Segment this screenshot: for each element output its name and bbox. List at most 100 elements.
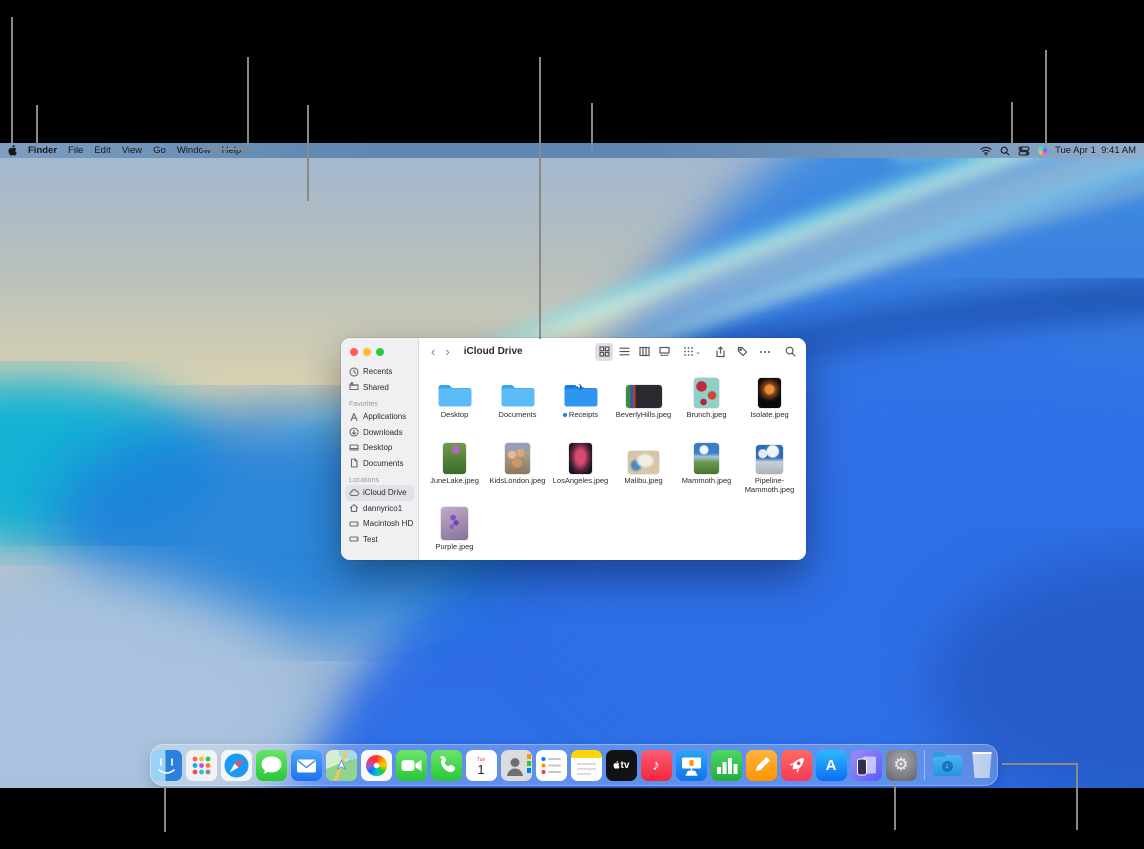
file-losangeles[interactable]: LosAngeles.jpeg bbox=[549, 435, 612, 501]
list-view-button[interactable] bbox=[615, 343, 633, 361]
menu-view[interactable]: View bbox=[122, 143, 142, 158]
dock-notes-icon[interactable] bbox=[571, 750, 602, 781]
sidebar-item-shared[interactable]: Shared bbox=[345, 380, 414, 396]
hard-drive-icon bbox=[349, 534, 359, 544]
download-arrow-icon: ↓ bbox=[942, 761, 953, 772]
file-malibu[interactable]: Malibu.jpeg bbox=[612, 435, 675, 501]
dock-calendar-icon[interactable]: Tue 1 bbox=[466, 750, 497, 781]
file-mammoth[interactable]: Mammoth.jpeg bbox=[675, 435, 738, 501]
sidebar-item-applications[interactable]: Applications bbox=[345, 409, 414, 425]
dock-launchpad-icon[interactable] bbox=[186, 750, 217, 781]
image-thumbnail bbox=[569, 443, 592, 474]
file-documents-folder[interactable]: Documents bbox=[486, 369, 549, 435]
dock-keynote-icon[interactable] bbox=[676, 750, 707, 781]
share-button[interactable] bbox=[715, 346, 726, 358]
dock-photos-icon[interactable] bbox=[361, 750, 392, 781]
sidebar-item-macintosh-hd[interactable]: Macintosh HD bbox=[345, 516, 414, 532]
callout-wifi-status bbox=[1011, 102, 1013, 144]
callout-apple-menu bbox=[11, 17, 13, 143]
minimize-button[interactable] bbox=[363, 348, 371, 356]
icloud-status-dot bbox=[563, 413, 567, 417]
image-thumbnail bbox=[758, 378, 781, 408]
dock-finder-icon[interactable] bbox=[151, 750, 182, 781]
gallery-view-button[interactable] bbox=[655, 343, 673, 361]
dock-numbers-icon[interactable] bbox=[711, 750, 742, 781]
dock-app-store-icon[interactable]: A bbox=[816, 750, 847, 781]
control-center-icon[interactable] bbox=[1018, 146, 1030, 156]
spotlight-search-icon[interactable] bbox=[1000, 146, 1010, 156]
group-by-button[interactable]: ⌄ bbox=[683, 346, 701, 357]
file-kidslondon[interactable]: KidsLondon.jpeg bbox=[486, 435, 549, 501]
dock-safari-icon[interactable] bbox=[221, 750, 252, 781]
file-purple[interactable]: Purple.jpeg bbox=[423, 501, 486, 560]
folder-icon bbox=[500, 372, 536, 408]
dock-music-icon[interactable]: ♪ bbox=[641, 750, 672, 781]
dock-phone-icon[interactable] bbox=[431, 750, 462, 781]
menu-window[interactable]: Window bbox=[177, 143, 211, 158]
app-menu-finder[interactable]: Finder bbox=[28, 143, 57, 158]
sidebar-item-documents[interactable]: Documents bbox=[345, 456, 414, 472]
file-grid: Desktop Documents ✈ Receipts bbox=[419, 365, 806, 560]
sidebar-item-recents[interactable]: Recents bbox=[345, 364, 414, 380]
dock-system-settings-icon[interactable]: ⚙ bbox=[886, 750, 917, 781]
screenshot-stage: Finder File Edit View Go Window Help bbox=[0, 0, 1144, 849]
desktop-icon bbox=[349, 443, 359, 453]
callout-app-menu bbox=[36, 105, 38, 144]
menu-help[interactable]: Help bbox=[222, 143, 242, 158]
finder-toolbar: ‹ › iCloud Drive bbox=[419, 338, 806, 365]
shared-folder-icon bbox=[349, 382, 359, 392]
sidebar-item-label: Test bbox=[363, 535, 378, 544]
file-desktop-folder[interactable]: Desktop bbox=[423, 369, 486, 435]
sidebar-item-icloud-drive[interactable]: iCloud Drive bbox=[345, 485, 414, 501]
window-title: iCloud Drive bbox=[464, 346, 523, 357]
menu-go[interactable]: Go bbox=[153, 143, 166, 158]
file-receipts-folder[interactable]: ✈ Receipts bbox=[549, 369, 612, 435]
dock-mail-icon[interactable] bbox=[291, 750, 322, 781]
dock-tv-icon[interactable]: tv bbox=[606, 750, 637, 781]
sidebar-item-label: Recents bbox=[363, 367, 392, 376]
dock-reminders-icon[interactable] bbox=[536, 750, 567, 781]
dock-iphone-mirroring-icon[interactable] bbox=[851, 750, 882, 781]
column-view-button[interactable] bbox=[635, 343, 653, 361]
file-brunch[interactable]: Brunch.jpeg bbox=[675, 369, 738, 435]
dock-messages-icon[interactable] bbox=[256, 750, 287, 781]
dock-trash-icon[interactable] bbox=[967, 750, 998, 781]
dock-contacts-icon[interactable] bbox=[501, 750, 532, 781]
menu-file[interactable]: File bbox=[68, 143, 83, 158]
dock-downloads-folder-icon[interactable]: ↓ bbox=[932, 750, 963, 781]
callout-desktop bbox=[307, 105, 309, 201]
document-icon bbox=[349, 458, 359, 468]
zoom-button[interactable] bbox=[376, 348, 384, 356]
sidebar-item-desktop[interactable]: Desktop bbox=[345, 440, 414, 456]
icon-view-button[interactable] bbox=[595, 343, 613, 361]
sidebar-item-dannyrico1[interactable]: dannyrico1 bbox=[345, 501, 414, 517]
menu-bar-clock[interactable]: Tue Apr 1 9:41 AM bbox=[1055, 145, 1136, 156]
close-button[interactable] bbox=[350, 348, 358, 356]
siri-icon[interactable] bbox=[1038, 146, 1047, 155]
sidebar-section-favorites: Favorites bbox=[349, 401, 410, 408]
dock: Tue 1 tv ♪ bbox=[150, 744, 998, 786]
file-junelake[interactable]: JuneLake.jpeg bbox=[423, 435, 486, 501]
dock-rocket-icon[interactable] bbox=[781, 750, 812, 781]
sidebar-item-label: Macintosh HD bbox=[363, 519, 413, 528]
sidebar-item-label: Documents bbox=[363, 459, 403, 468]
dock-maps-icon[interactable] bbox=[326, 750, 357, 781]
search-button[interactable] bbox=[785, 346, 796, 357]
more-button[interactable] bbox=[759, 350, 771, 354]
dock-divider bbox=[924, 750, 925, 780]
sidebar-item-test[interactable]: Test bbox=[345, 532, 414, 548]
tags-button[interactable] bbox=[737, 346, 748, 357]
file-isolate[interactable]: Isolate.jpeg bbox=[738, 369, 801, 435]
callout-menu-bar-horizontal bbox=[202, 148, 249, 150]
file-beverlyhills[interactable]: BeverlyHills.jpeg bbox=[612, 369, 675, 435]
clock-icon bbox=[349, 367, 359, 377]
file-pipeline-mammoth[interactable]: Pipeline-Mammoth.jpeg bbox=[738, 435, 801, 501]
wifi-icon[interactable] bbox=[980, 146, 992, 156]
dock-pages-icon[interactable] bbox=[746, 750, 777, 781]
apple-menu[interactable] bbox=[8, 145, 17, 156]
dock-facetime-icon[interactable] bbox=[396, 750, 427, 781]
sidebar-item-downloads[interactable]: Downloads bbox=[345, 425, 414, 441]
back-button[interactable]: ‹ bbox=[431, 344, 435, 359]
forward-button[interactable]: › bbox=[445, 344, 449, 359]
menu-edit[interactable]: Edit bbox=[94, 143, 110, 158]
